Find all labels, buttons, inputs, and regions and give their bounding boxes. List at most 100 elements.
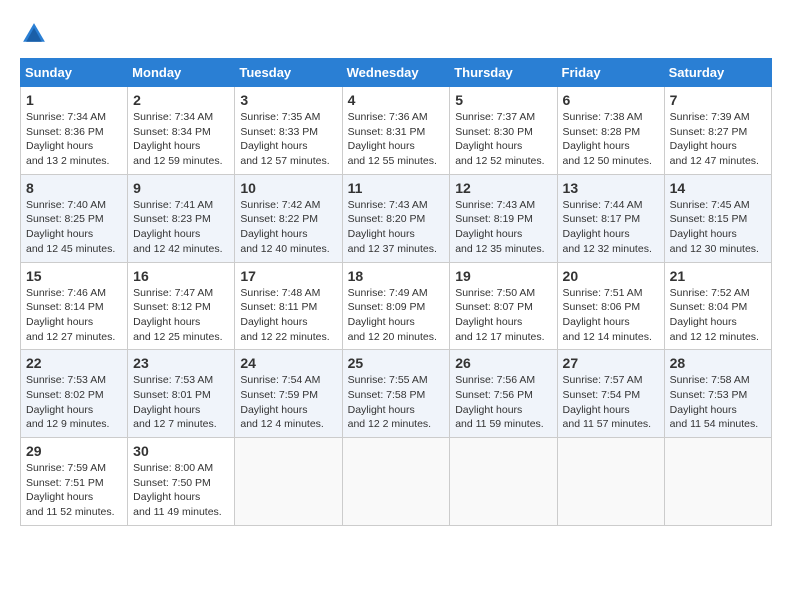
cell-info: Sunrise: 7:44 AMSunset: 8:17 PMDaylight … <box>563 199 652 255</box>
day-number: 19 <box>455 268 551 284</box>
cell-info: Sunrise: 7:53 AMSunset: 8:01 PMDaylight … <box>133 374 216 430</box>
calendar-cell: 12 Sunrise: 7:43 AMSunset: 8:19 PMDaylig… <box>450 174 557 262</box>
calendar-cell <box>557 438 664 526</box>
calendar-cell: 20 Sunrise: 7:51 AMSunset: 8:06 PMDaylig… <box>557 262 664 350</box>
day-number: 27 <box>563 355 659 371</box>
day-number: 25 <box>348 355 445 371</box>
cell-info: Sunrise: 7:43 AMSunset: 8:20 PMDaylight … <box>348 199 437 255</box>
calendar-cell: 26 Sunrise: 7:56 AMSunset: 7:56 PMDaylig… <box>450 350 557 438</box>
cell-info: Sunrise: 7:55 AMSunset: 7:58 PMDaylight … <box>348 374 431 430</box>
day-number: 3 <box>240 92 336 108</box>
calendar-header-friday: Friday <box>557 59 664 87</box>
calendar-cell: 14 Sunrise: 7:45 AMSunset: 8:15 PMDaylig… <box>664 174 771 262</box>
cell-info: Sunrise: 7:37 AMSunset: 8:30 PMDaylight … <box>455 111 544 167</box>
cell-info: Sunrise: 7:53 AMSunset: 8:02 PMDaylight … <box>26 374 109 430</box>
cell-info: Sunrise: 7:51 AMSunset: 8:06 PMDaylight … <box>563 287 652 343</box>
calendar-cell: 27 Sunrise: 7:57 AMSunset: 7:54 PMDaylig… <box>557 350 664 438</box>
cell-info: Sunrise: 7:48 AMSunset: 8:11 PMDaylight … <box>240 287 329 343</box>
day-number: 2 <box>133 92 229 108</box>
day-number: 9 <box>133 180 229 196</box>
day-number: 23 <box>133 355 229 371</box>
calendar-header-row: SundayMondayTuesdayWednesdayThursdayFrid… <box>21 59 772 87</box>
day-number: 6 <box>563 92 659 108</box>
calendar-header-wednesday: Wednesday <box>342 59 450 87</box>
calendar-cell: 21 Sunrise: 7:52 AMSunset: 8:04 PMDaylig… <box>664 262 771 350</box>
calendar-cell <box>235 438 342 526</box>
cell-info: Sunrise: 7:46 AMSunset: 8:14 PMDaylight … <box>26 287 115 343</box>
cell-info: Sunrise: 7:40 AMSunset: 8:25 PMDaylight … <box>26 199 115 255</box>
cell-info: Sunrise: 7:47 AMSunset: 8:12 PMDaylight … <box>133 287 222 343</box>
calendar-cell: 15 Sunrise: 7:46 AMSunset: 8:14 PMDaylig… <box>21 262 128 350</box>
day-number: 29 <box>26 443 122 459</box>
calendar-cell: 25 Sunrise: 7:55 AMSunset: 7:58 PMDaylig… <box>342 350 450 438</box>
calendar-cell: 2 Sunrise: 7:34 AMSunset: 8:34 PMDayligh… <box>128 87 235 175</box>
cell-info: Sunrise: 7:52 AMSunset: 8:04 PMDaylight … <box>670 287 759 343</box>
calendar-week-2: 8 Sunrise: 7:40 AMSunset: 8:25 PMDayligh… <box>21 174 772 262</box>
day-number: 15 <box>26 268 122 284</box>
day-number: 17 <box>240 268 336 284</box>
calendar-cell: 1 Sunrise: 7:34 AMSunset: 8:36 PMDayligh… <box>21 87 128 175</box>
day-number: 28 <box>670 355 766 371</box>
day-number: 20 <box>563 268 659 284</box>
calendar-cell: 7 Sunrise: 7:39 AMSunset: 8:27 PMDayligh… <box>664 87 771 175</box>
cell-info: Sunrise: 7:54 AMSunset: 7:59 PMDaylight … <box>240 374 323 430</box>
calendar-header-monday: Monday <box>128 59 235 87</box>
day-number: 24 <box>240 355 336 371</box>
logo <box>20 20 52 48</box>
cell-info: Sunrise: 7:45 AMSunset: 8:15 PMDaylight … <box>670 199 759 255</box>
cell-info: Sunrise: 7:35 AMSunset: 8:33 PMDaylight … <box>240 111 329 167</box>
calendar-week-4: 22 Sunrise: 7:53 AMSunset: 8:02 PMDaylig… <box>21 350 772 438</box>
logo-icon <box>20 20 48 48</box>
cell-info: Sunrise: 7:56 AMSunset: 7:56 PMDaylight … <box>455 374 544 430</box>
calendar-cell: 29 Sunrise: 7:59 AMSunset: 7:51 PMDaylig… <box>21 438 128 526</box>
calendar-cell: 17 Sunrise: 7:48 AMSunset: 8:11 PMDaylig… <box>235 262 342 350</box>
cell-info: Sunrise: 7:42 AMSunset: 8:22 PMDaylight … <box>240 199 329 255</box>
calendar-cell: 28 Sunrise: 7:58 AMSunset: 7:53 PMDaylig… <box>664 350 771 438</box>
cell-info: Sunrise: 7:36 AMSunset: 8:31 PMDaylight … <box>348 111 437 167</box>
calendar-cell: 4 Sunrise: 7:36 AMSunset: 8:31 PMDayligh… <box>342 87 450 175</box>
calendar-header-saturday: Saturday <box>664 59 771 87</box>
calendar-week-5: 29 Sunrise: 7:59 AMSunset: 7:51 PMDaylig… <box>21 438 772 526</box>
day-number: 4 <box>348 92 445 108</box>
cell-info: Sunrise: 7:34 AMSunset: 8:34 PMDaylight … <box>133 111 222 167</box>
cell-info: Sunrise: 7:58 AMSunset: 7:53 PMDaylight … <box>670 374 759 430</box>
calendar-week-3: 15 Sunrise: 7:46 AMSunset: 8:14 PMDaylig… <box>21 262 772 350</box>
day-number: 21 <box>670 268 766 284</box>
calendar-cell: 9 Sunrise: 7:41 AMSunset: 8:23 PMDayligh… <box>128 174 235 262</box>
calendar-cell: 19 Sunrise: 7:50 AMSunset: 8:07 PMDaylig… <box>450 262 557 350</box>
cell-info: Sunrise: 7:43 AMSunset: 8:19 PMDaylight … <box>455 199 544 255</box>
calendar-cell <box>664 438 771 526</box>
calendar-cell: 10 Sunrise: 7:42 AMSunset: 8:22 PMDaylig… <box>235 174 342 262</box>
day-number: 1 <box>26 92 122 108</box>
calendar-cell: 8 Sunrise: 7:40 AMSunset: 8:25 PMDayligh… <box>21 174 128 262</box>
calendar-cell: 30 Sunrise: 8:00 AMSunset: 7:50 PMDaylig… <box>128 438 235 526</box>
cell-info: Sunrise: 7:39 AMSunset: 8:27 PMDaylight … <box>670 111 759 167</box>
day-number: 10 <box>240 180 336 196</box>
day-number: 30 <box>133 443 229 459</box>
day-number: 26 <box>455 355 551 371</box>
calendar-cell: 24 Sunrise: 7:54 AMSunset: 7:59 PMDaylig… <box>235 350 342 438</box>
day-number: 7 <box>670 92 766 108</box>
calendar-cell: 11 Sunrise: 7:43 AMSunset: 8:20 PMDaylig… <box>342 174 450 262</box>
calendar-cell: 3 Sunrise: 7:35 AMSunset: 8:33 PMDayligh… <box>235 87 342 175</box>
day-number: 8 <box>26 180 122 196</box>
calendar-cell: 6 Sunrise: 7:38 AMSunset: 8:28 PMDayligh… <box>557 87 664 175</box>
cell-info: Sunrise: 7:59 AMSunset: 7:51 PMDaylight … <box>26 462 115 518</box>
day-number: 22 <box>26 355 122 371</box>
calendar-week-1: 1 Sunrise: 7:34 AMSunset: 8:36 PMDayligh… <box>21 87 772 175</box>
calendar-cell: 18 Sunrise: 7:49 AMSunset: 8:09 PMDaylig… <box>342 262 450 350</box>
cell-info: Sunrise: 7:49 AMSunset: 8:09 PMDaylight … <box>348 287 437 343</box>
calendar-cell <box>342 438 450 526</box>
calendar-table: SundayMondayTuesdayWednesdayThursdayFrid… <box>20 58 772 526</box>
day-number: 16 <box>133 268 229 284</box>
day-number: 14 <box>670 180 766 196</box>
cell-info: Sunrise: 7:38 AMSunset: 8:28 PMDaylight … <box>563 111 652 167</box>
cell-info: Sunrise: 7:34 AMSunset: 8:36 PMDaylight … <box>26 111 109 167</box>
cell-info: Sunrise: 7:41 AMSunset: 8:23 PMDaylight … <box>133 199 222 255</box>
calendar-header-sunday: Sunday <box>21 59 128 87</box>
day-number: 18 <box>348 268 445 284</box>
cell-info: Sunrise: 7:50 AMSunset: 8:07 PMDaylight … <box>455 287 544 343</box>
calendar-cell <box>450 438 557 526</box>
cell-info: Sunrise: 8:00 AMSunset: 7:50 PMDaylight … <box>133 462 222 518</box>
day-number: 11 <box>348 180 445 196</box>
